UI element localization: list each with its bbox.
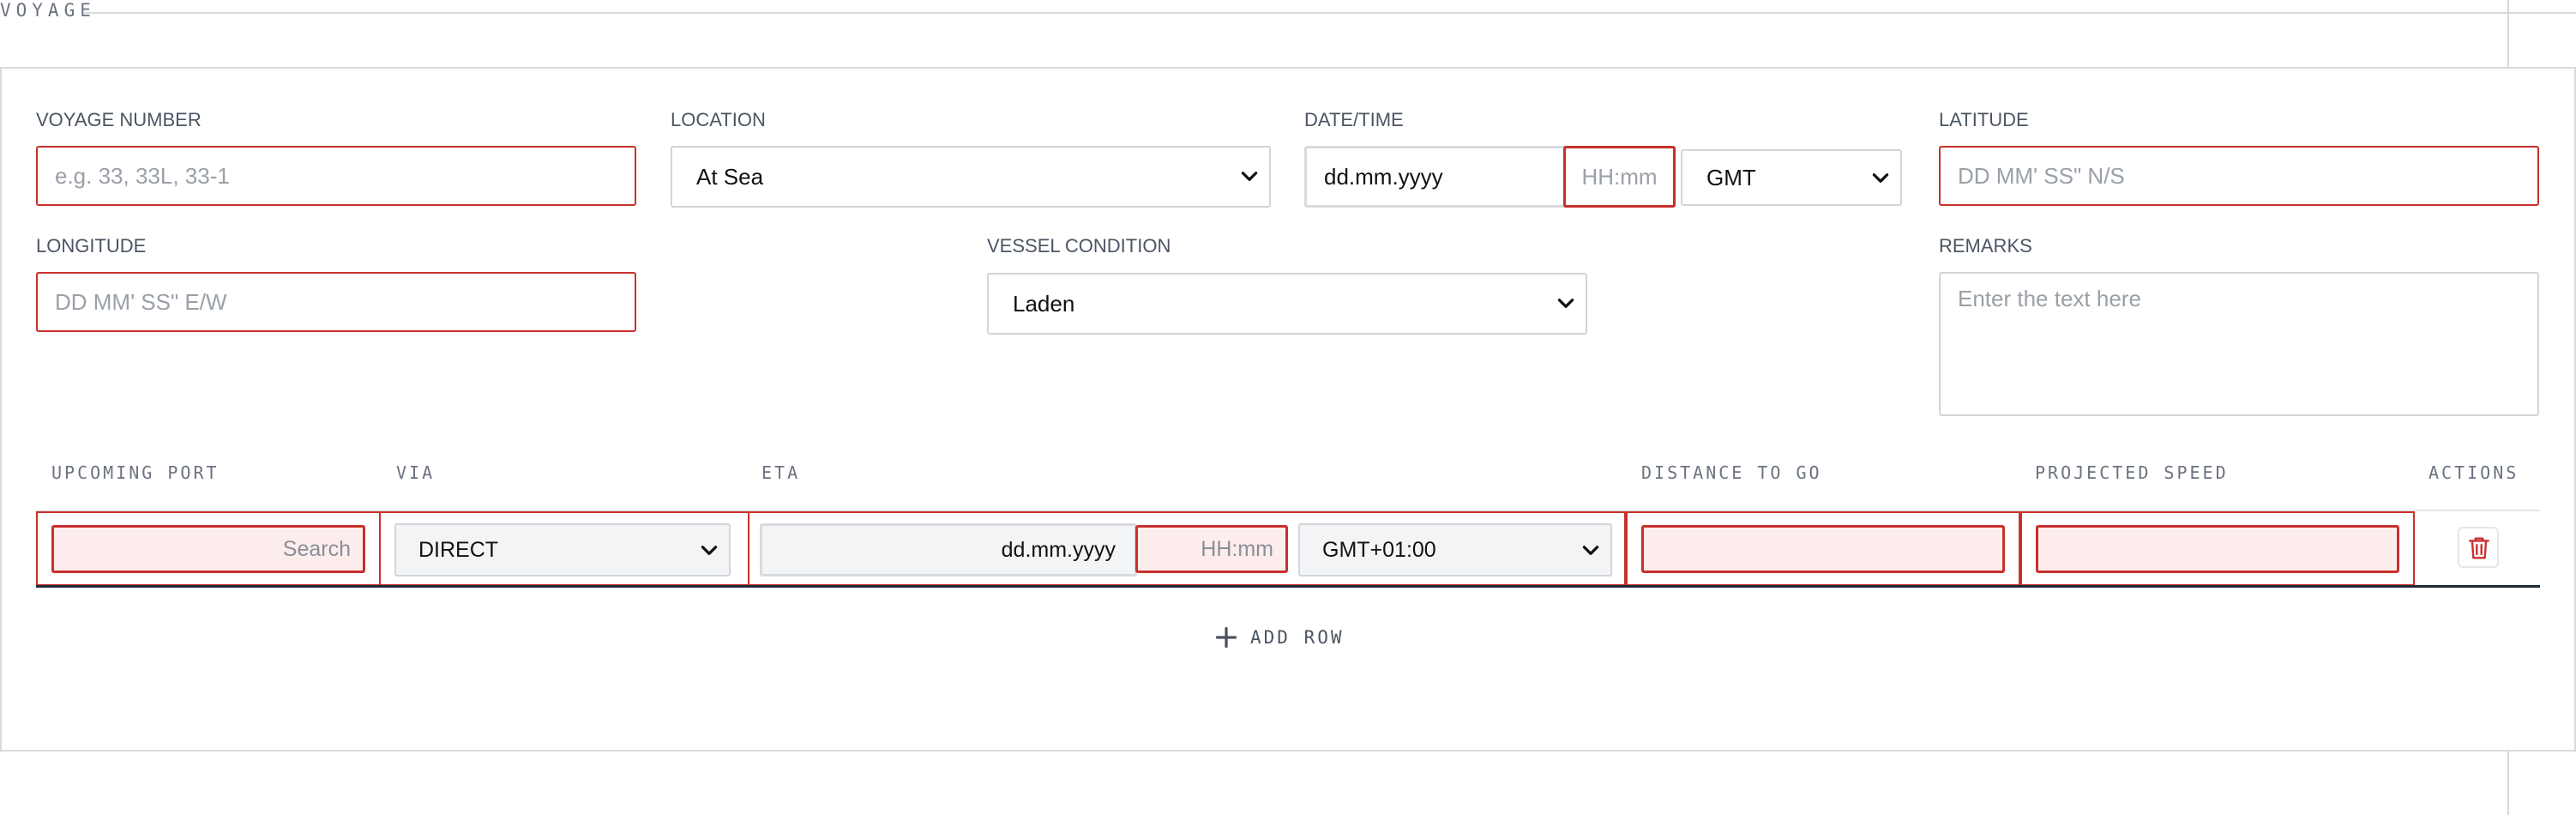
- voyage-number-input[interactable]: e.g. 33, 33L, 33-1: [36, 146, 636, 206]
- remarks-label: REMARKS: [1939, 235, 2032, 257]
- latitude-label: LATITUDE: [1939, 109, 2029, 130]
- delete-row-button[interactable]: [2458, 527, 2499, 568]
- vessel-condition-value: Laden: [1013, 291, 1075, 317]
- plus-icon: [1215, 626, 1237, 649]
- add-row-button[interactable]: ADD ROW: [1214, 623, 1345, 652]
- section-divider: [84, 12, 2576, 14]
- chevron-down-icon: [1555, 292, 1577, 314]
- time-input[interactable]: HH:mm: [1563, 146, 1676, 208]
- projected-speed-input[interactable]: [2036, 525, 2399, 573]
- eta-timezone-select[interactable]: GMT+01:00: [1298, 523, 1612, 577]
- upcoming-port-search-input[interactable]: Search: [51, 525, 365, 573]
- column-header-via: VIA: [396, 462, 436, 483]
- eta-date-input[interactable]: dd.mm.yyyy: [760, 523, 1137, 577]
- via-value: DIRECT: [418, 538, 499, 562]
- timezone-select[interactable]: GMT: [1681, 149, 1902, 206]
- eta-time-input[interactable]: HH:mm: [1135, 525, 1288, 573]
- date-input[interactable]: dd.mm.yyyy: [1304, 146, 1570, 208]
- voyage-number-label: VOYAGE NUMBER: [36, 109, 202, 130]
- column-header-actions: ACTIONS: [2429, 462, 2519, 483]
- longitude-label: LONGITUDE: [36, 235, 147, 257]
- location-select[interactable]: At Sea: [671, 146, 1271, 208]
- distance-to-go-input[interactable]: [1641, 525, 2005, 573]
- timezone-value: GMT: [1706, 165, 1756, 190]
- remarks-textarea[interactable]: Enter the text here: [1939, 272, 2539, 416]
- via-select[interactable]: DIRECT: [394, 523, 731, 577]
- location-value: At Sea: [696, 164, 764, 190]
- trash-icon: [2469, 537, 2489, 559]
- chevron-down-icon: [1580, 539, 1602, 561]
- datetime-label: DATE/TIME: [1304, 109, 1404, 130]
- chevron-down-icon: [1869, 166, 1892, 189]
- latitude-input[interactable]: DD MM' SS" N/S: [1939, 146, 2539, 206]
- column-header-upcoming-port: UPCOMING PORT: [51, 462, 220, 483]
- location-label: LOCATION: [671, 109, 766, 130]
- section-frame-tick-bottom: [2507, 750, 2509, 815]
- section-frame-tick-top: [2507, 0, 2509, 69]
- section-title: VOYAGE: [0, 0, 96, 21]
- column-header-distance-to-go: DISTANCE TO GO: [1641, 462, 1822, 483]
- chevron-down-icon: [698, 539, 720, 561]
- longitude-input[interactable]: DD MM' SS" E/W: [36, 272, 636, 332]
- chevron-down-icon: [1238, 165, 1261, 187]
- eta-timezone-value: GMT+01:00: [1322, 538, 1436, 562]
- add-row-label: ADD ROW: [1250, 627, 1345, 648]
- column-header-projected-speed: PROJECTED SPEED: [2035, 462, 2229, 483]
- vessel-condition-select[interactable]: Laden: [987, 273, 1587, 335]
- table-row-divider: [36, 585, 2540, 588]
- column-header-eta: ETA: [761, 462, 801, 483]
- vessel-condition-label: VESSEL CONDITION: [987, 235, 1171, 257]
